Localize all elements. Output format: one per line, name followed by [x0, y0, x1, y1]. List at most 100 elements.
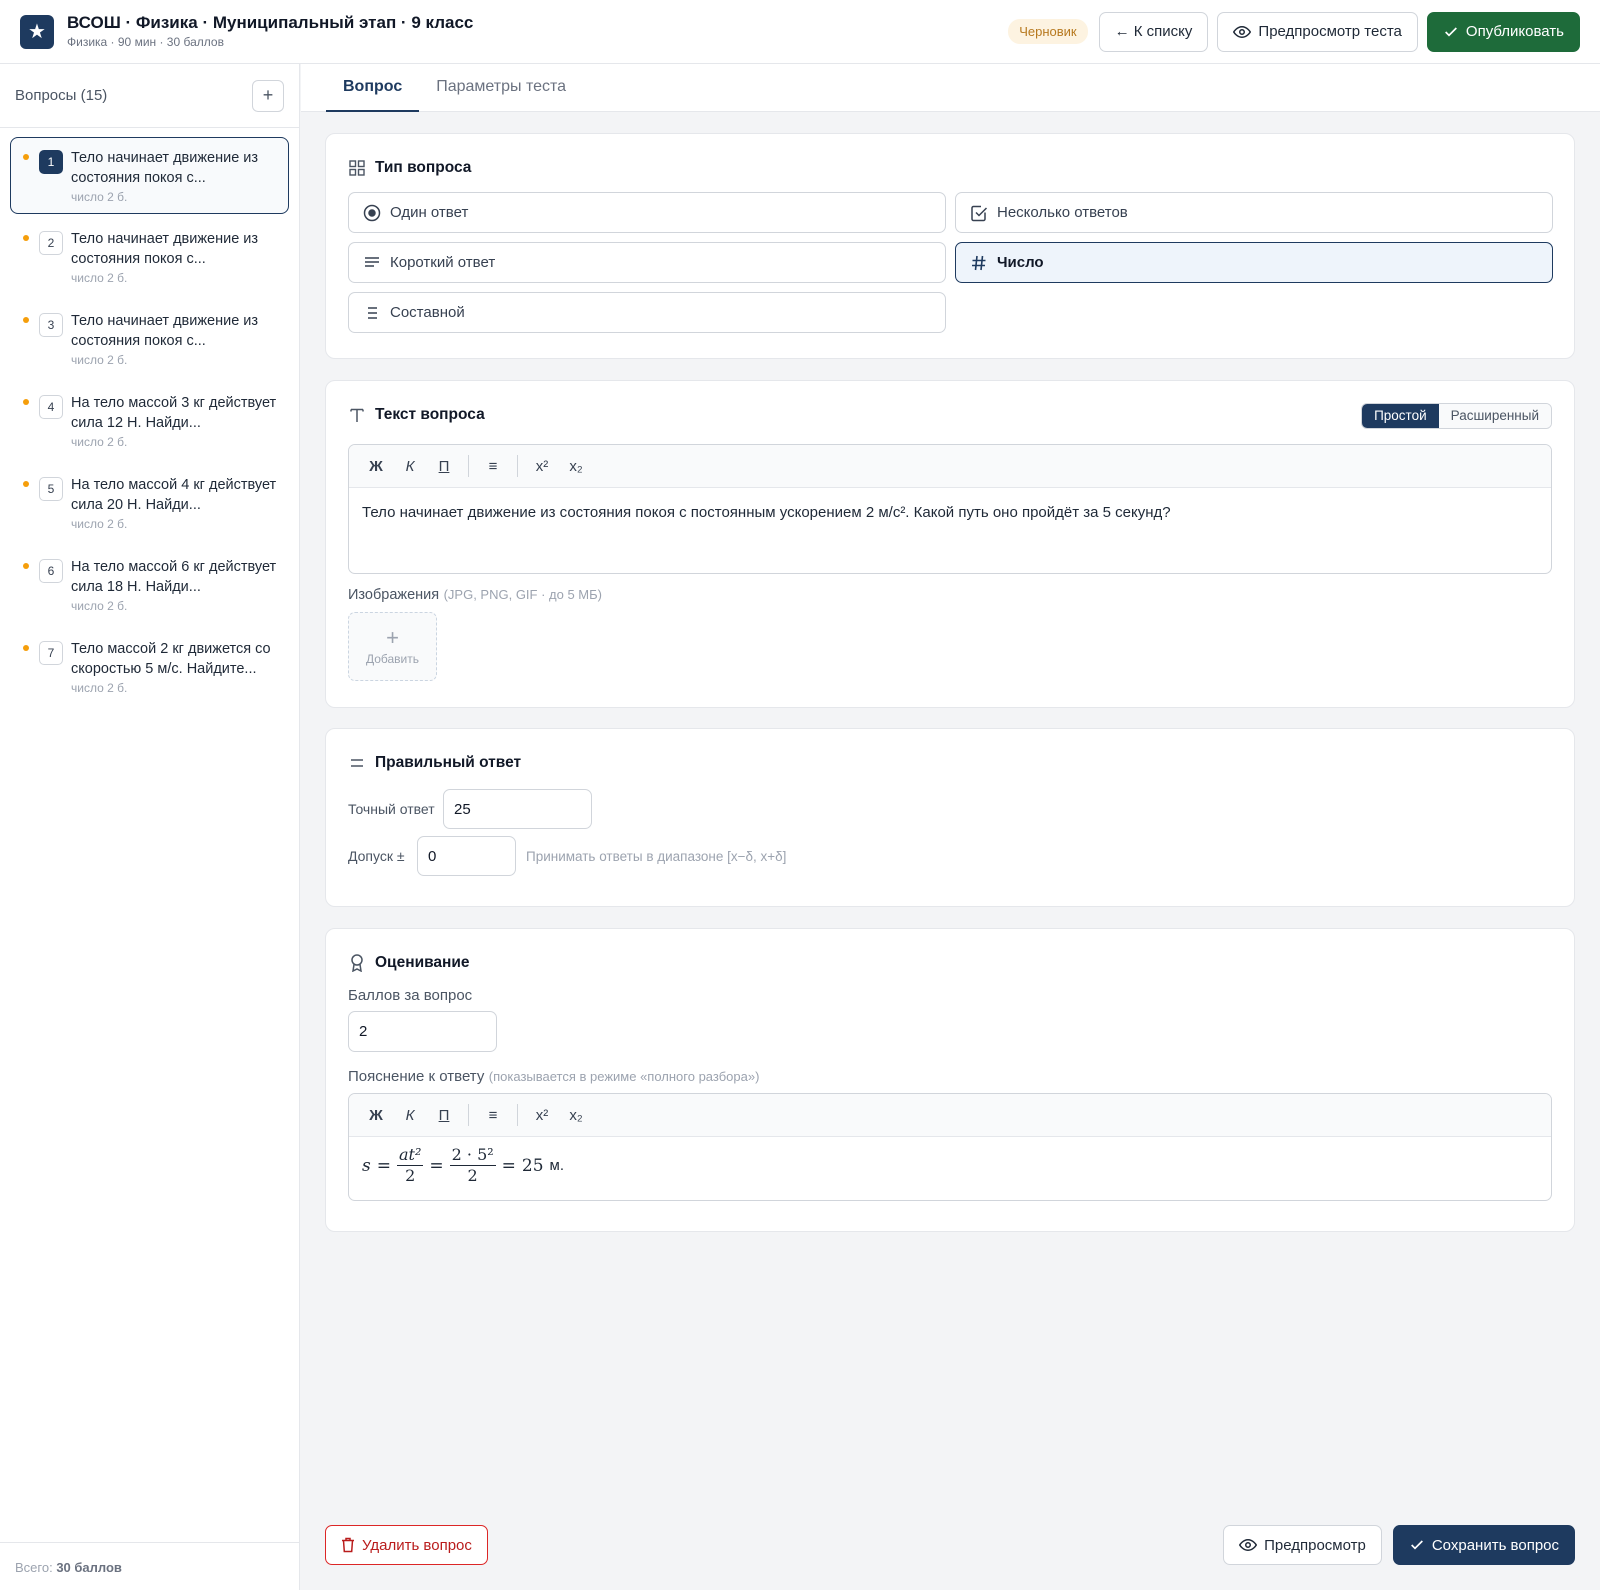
- question-list-item[interactable]: 6 На тело массой 6 кг действует сила 18 …: [10, 546, 289, 624]
- eye-icon: [1233, 23, 1252, 41]
- title-block: ВСОШ · Физика · Муниципальный этап · 9 к…: [67, 13, 473, 50]
- italic-button[interactable]: К: [393, 451, 427, 481]
- question-text-title: Текст вопроса: [375, 406, 485, 423]
- text-lines-icon: [363, 256, 381, 270]
- superscript-button[interactable]: x²: [525, 451, 559, 481]
- grading-heading: Оценивание: [348, 951, 1552, 975]
- preview-test-button[interactable]: Предпросмотр теста: [1217, 11, 1418, 52]
- page-subtitle: Физика · 90 мин · 30 баллов: [67, 35, 224, 49]
- question-meta: число 2 б.: [71, 190, 128, 204]
- explanation-content[interactable]: s = at² 2 = 2 · 5² 2 = 25 м.: [349, 1137, 1551, 1200]
- type-option-label: Несколько ответов: [997, 204, 1128, 221]
- question-text-card: Текст вопроса Простой Расширенный Ж К П …: [325, 380, 1575, 708]
- type-option-multiple[interactable]: Несколько ответов: [955, 192, 1553, 233]
- grading-title: Оценивание: [375, 954, 470, 971]
- formula-equals: =: [376, 1155, 391, 1176]
- subscript-button[interactable]: x₂: [559, 451, 593, 481]
- delete-question-button[interactable]: Удалить вопрос: [325, 1525, 488, 1565]
- tolerance-input[interactable]: [417, 836, 516, 876]
- type-option-label: Число: [997, 254, 1044, 271]
- unsaved-dot: [23, 399, 29, 405]
- save-question-button[interactable]: Сохранить вопрос: [1392, 1525, 1575, 1565]
- correct-answer-card: Правильный ответ Точный ответ Допуск ± П…: [325, 728, 1575, 907]
- bold-button[interactable]: Ж: [359, 1100, 393, 1130]
- unsaved-dot: [23, 645, 29, 651]
- question-preview-text: На тело массой 3 кг действует сила 12 Н.…: [71, 395, 277, 431]
- question-meta: число 2 б.: [71, 681, 128, 695]
- editor-toolbar: Ж К П ≡ x² x₂: [349, 445, 1551, 488]
- type-option-single[interactable]: Один ответ: [348, 192, 946, 233]
- underline-button[interactable]: П: [427, 451, 461, 481]
- toolbar-divider: [468, 1104, 469, 1126]
- unsaved-dot: [23, 481, 29, 487]
- editor-mode-toggle: Простой Расширенный: [1361, 403, 1552, 429]
- question-type-options: Один ответ Несколько ответов Короткий от…: [348, 192, 1553, 333]
- delete-question-label: Удалить вопрос: [362, 1536, 472, 1554]
- bottom-right-actions: Предпросмотр Сохранить вопрос: [1223, 1525, 1575, 1565]
- checkbox-icon: [970, 204, 988, 222]
- list-button[interactable]: ≡: [476, 1100, 510, 1130]
- points-label: Баллов за вопрос: [348, 987, 473, 1004]
- question-list-item[interactable]: 1 Тело начинает движение из состояния по…: [10, 137, 289, 214]
- superscript-button[interactable]: x²: [525, 1100, 559, 1130]
- question-list-item[interactable]: 4 На тело массой 3 кг действует сила 12 …: [10, 382, 289, 460]
- bold-button[interactable]: Ж: [359, 451, 393, 481]
- total-value: 30 баллов: [56, 1560, 122, 1575]
- back-to-list-button[interactable]: ← К списку: [1098, 11, 1209, 52]
- status-badge: Черновик: [1008, 19, 1088, 44]
- images-label-row: Изображения (JPG, PNG, GIF · до 5 МБ): [348, 586, 1552, 604]
- question-actions-bar: Удалить вопрос Предпросмотр Сохранить во…: [325, 1525, 1575, 1565]
- question-meta: число 2 б.: [71, 517, 128, 531]
- type-option-label: Составной: [390, 304, 465, 321]
- tab-question[interactable]: Вопрос: [326, 64, 420, 112]
- question-type-heading: Тип вопроса: [348, 156, 1552, 180]
- question-type-card: Тип вопроса Один ответ Несколько ответов…: [325, 133, 1575, 359]
- question-text-content[interactable]: Тело начинает движение из состояния поко…: [349, 488, 1551, 573]
- question-list-item[interactable]: 3 Тело начинает движение из состояния по…: [10, 300, 289, 378]
- add-image-button[interactable]: + Добавить: [348, 612, 437, 681]
- tab-test-settings[interactable]: Параметры теста: [419, 64, 583, 112]
- explanation-hint: (показывается в режиме «полного разбора»…: [488, 1069, 760, 1084]
- tolerance-label: Допуск ±: [348, 848, 405, 864]
- type-option-number[interactable]: Число: [955, 242, 1553, 283]
- add-question-button[interactable]: +: [252, 79, 284, 112]
- list-button[interactable]: ≡: [476, 451, 510, 481]
- italic-button[interactable]: К: [393, 1100, 427, 1130]
- question-list-item[interactable]: 5 На тело массой 4 кг действует сила 20 …: [10, 464, 289, 542]
- formula-numerator: at²: [396, 1145, 424, 1166]
- type-option-label: Один ответ: [390, 204, 469, 221]
- question-number: 4: [39, 395, 63, 419]
- question-meta: число 2 б.: [71, 353, 128, 367]
- subscript-button[interactable]: x₂: [559, 1100, 593, 1130]
- exact-answer-input[interactable]: [443, 789, 592, 829]
- mode-advanced-button[interactable]: Расширенный: [1438, 404, 1551, 428]
- question-list-item[interactable]: 7 Тело массой 2 кг движется со скоростью…: [10, 628, 289, 706]
- toolbar-divider: [517, 1104, 518, 1126]
- app-header: ★ ВСОШ · Физика · Муниципальный этап · 9…: [0, 0, 1600, 64]
- underline-button[interactable]: П: [427, 1100, 461, 1130]
- question-list-item[interactable]: 2 Тело начинает движение из состояния по…: [10, 218, 289, 296]
- type-option-short[interactable]: Короткий ответ: [348, 242, 946, 283]
- save-question-label: Сохранить вопрос: [1431, 1536, 1559, 1554]
- explanation-label-row: Пояснение к ответу (показывается в режим…: [348, 1068, 1552, 1086]
- text-type-icon: [348, 407, 366, 423]
- page-title: ВСОШ · Физика · Муниципальный этап · 9 к…: [67, 13, 474, 32]
- type-option-label: Короткий ответ: [390, 254, 496, 271]
- images-label: Изображения: [348, 587, 440, 603]
- sidebar-total: Всего: 30 баллов: [0, 1542, 299, 1590]
- questions-sidebar: Вопросы (15) + 1 Тело начинает движение …: [0, 64, 300, 1590]
- unsaved-dot: [23, 235, 29, 241]
- points-input[interactable]: [348, 1011, 497, 1052]
- question-number: 1: [39, 150, 63, 174]
- check-icon: [1443, 24, 1459, 40]
- question-list: 1 Тело начинает движение из состояния по…: [0, 128, 299, 706]
- type-option-composite[interactable]: Составной: [348, 292, 946, 333]
- preview-question-button[interactable]: Предпросмотр: [1223, 1525, 1382, 1565]
- explanation-editor: Ж К П ≡ x² x₂ s = at² 2 = 2 · 5² 2 = 25 …: [348, 1093, 1552, 1201]
- question-number: 5: [39, 477, 63, 501]
- publish-button[interactable]: Опубликовать: [1426, 11, 1580, 52]
- mode-simple-button[interactable]: Простой: [1362, 404, 1439, 428]
- publish-label: Опубликовать: [1465, 23, 1564, 40]
- preview-question-label: Предпросмотр: [1264, 1536, 1366, 1554]
- unsaved-dot: [23, 154, 29, 160]
